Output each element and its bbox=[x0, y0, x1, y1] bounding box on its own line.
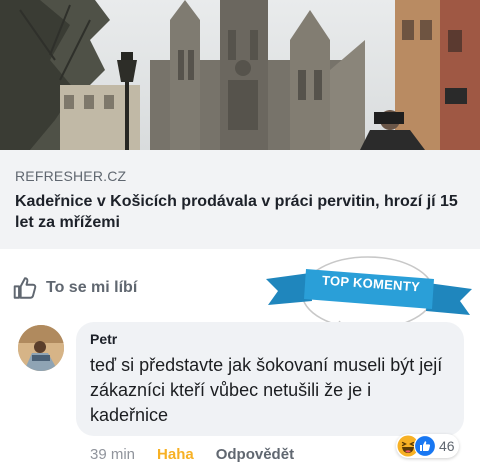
profile-photo bbox=[18, 325, 64, 371]
comment-text: teď si představte jak šokovaní museli bý… bbox=[90, 355, 443, 425]
comment-bubble: Petr teď si představte jak šokovaní muse… bbox=[76, 322, 464, 436]
reaction-count: 46 bbox=[439, 438, 455, 454]
reply-button[interactable]: Odpovědět bbox=[216, 446, 294, 463]
like-button[interactable]: To se mi líbí bbox=[12, 275, 137, 301]
like-reaction-icon bbox=[414, 435, 436, 457]
like-button-label: To se mi líbí bbox=[46, 279, 138, 296]
comment-timestamp[interactable]: 39 min bbox=[90, 446, 135, 463]
thumbs-up-icon bbox=[13, 277, 37, 299]
cathedral-photo bbox=[0, 0, 480, 150]
link-source-domain: REFRESHER.CZ bbox=[15, 168, 127, 184]
reaction-summary[interactable]: 46 bbox=[396, 434, 459, 458]
comment-actions: 39 min Haha Odpovědět bbox=[90, 444, 294, 464]
link-preview-image[interactable] bbox=[0, 0, 480, 150]
avatar[interactable] bbox=[18, 325, 64, 371]
link-preview-card[interactable]: REFRESHER.CZ Kadeřnice v Košicích prodáv… bbox=[0, 150, 480, 249]
comment-author[interactable]: Petr bbox=[90, 331, 450, 347]
haha-reaction-button[interactable]: Haha bbox=[157, 446, 194, 463]
link-title[interactable]: Kadeřnice v Košicích prodávala v práci p… bbox=[15, 191, 475, 233]
